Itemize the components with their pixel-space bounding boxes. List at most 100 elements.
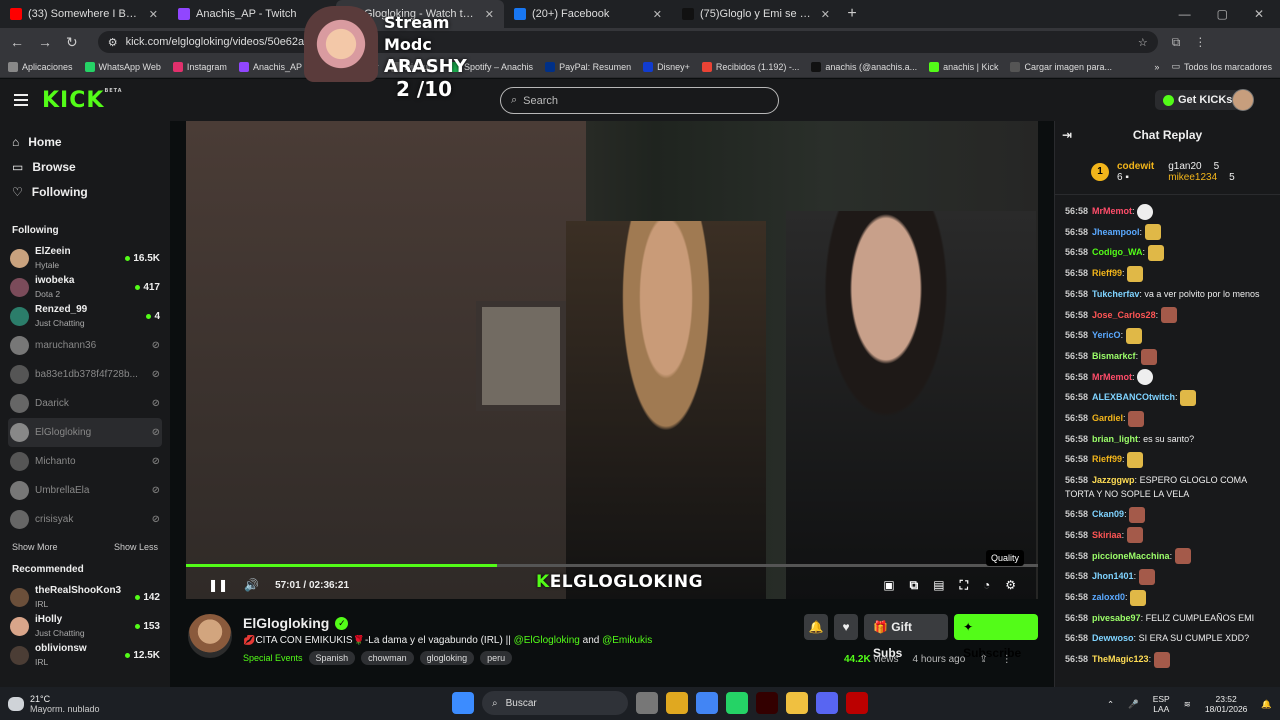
chat-username[interactable]: zaloxd0 xyxy=(1092,592,1125,602)
chat-username[interactable]: Tukcherfav xyxy=(1092,289,1139,299)
chat-username[interactable]: MrMemot xyxy=(1092,206,1132,216)
browser-tab[interactable]: (20+) Facebook ✕ xyxy=(504,0,672,28)
bookmark-item[interactable]: WhatsApp Web xyxy=(84,61,161,72)
gift-subs-button[interactable]: 🎁 Gift Subs xyxy=(864,614,949,660)
bookmark-item[interactable]: Aplicaciones xyxy=(8,61,73,72)
bookmark-item[interactable]: Cr xyxy=(355,61,379,72)
chat-username[interactable]: Bismarkcf xyxy=(1092,351,1136,361)
get-kicks-button[interactable]: Get KICKs xyxy=(1155,90,1241,110)
illustrator-icon[interactable] xyxy=(756,692,778,714)
chat-username[interactable]: Jheampool xyxy=(1092,227,1140,237)
nav-following[interactable]: ♡ Following xyxy=(12,185,158,199)
followed-channel[interactable]: Michanto ⊘ xyxy=(8,447,162,476)
chat-username[interactable]: Dewwoso xyxy=(1092,633,1134,643)
recommended-channel[interactable]: oblivionsw IRL 12.5K xyxy=(8,641,162,670)
address-bar[interactable]: ⚙ kick.com/elglogloking/videos/50e62a7d-… xyxy=(97,31,1158,53)
show-less-button[interactable]: Show Less xyxy=(114,542,158,552)
bookmark-item[interactable]: Cargar imagen para... xyxy=(1010,61,1112,72)
forward-icon[interactable]: → xyxy=(38,34,52,50)
follow-heart-icon[interactable]: ♥ xyxy=(834,614,858,640)
bookmark-item[interactable]: Anachis_AP xyxy=(238,61,302,72)
back-icon[interactable]: ← xyxy=(10,34,24,50)
close-window-icon[interactable]: ✕ xyxy=(1254,7,1264,21)
mic-icon[interactable]: 🎤 xyxy=(1128,699,1139,709)
maximize-icon[interactable]: ▢ xyxy=(1217,7,1228,21)
theater-mode-icon[interactable]: ▤ xyxy=(933,578,944,593)
stream-tag[interactable]: peru xyxy=(480,651,513,665)
subscribe-button[interactable]: ✦ Subscribe xyxy=(954,614,1038,660)
video-player[interactable] xyxy=(186,121,1038,599)
new-tab-button[interactable]: + xyxy=(840,5,864,23)
chat-username[interactable]: pivesabe97 xyxy=(1092,613,1141,623)
followed-channel[interactable]: ba83e1db378f4f728b... ⊘ xyxy=(8,360,162,389)
app-icon[interactable] xyxy=(846,692,868,714)
browser-tab[interactable]: Anachis_AP - Twitch ✕ xyxy=(168,0,336,28)
chat-username[interactable]: YericO xyxy=(1092,330,1121,340)
stream-tag[interactable]: chowman xyxy=(361,651,414,665)
close-tab-icon[interactable]: ✕ xyxy=(821,8,830,21)
leader-name[interactable]: mikee1234 xyxy=(1168,172,1217,183)
explorer-icon[interactable] xyxy=(666,692,688,714)
nav-home[interactable]: ⌂ Home xyxy=(12,135,158,149)
site-info-icon[interactable]: ⚙ xyxy=(108,36,118,49)
leader-name[interactable]: g1an20 xyxy=(1168,161,1201,172)
followed-channel[interactable]: ElGlogloking ⊘ xyxy=(8,418,162,447)
bookmark-item[interactable]: Disfrut... xyxy=(390,61,438,72)
recommended-channel[interactable]: theRealShooKon3 IRL 142 xyxy=(8,583,162,612)
notifications-icon[interactable]: 🔔 xyxy=(1261,699,1272,709)
mention-link[interactable]: @ElGlogloking xyxy=(514,635,580,646)
minimize-icon[interactable]: — xyxy=(1179,7,1191,21)
chat-username[interactable]: ALEXBANCOtwitch xyxy=(1092,392,1175,402)
chat-username[interactable]: Jazzggwp xyxy=(1092,475,1135,485)
recommended-channel[interactable]: iHolly Just Chatting 153 xyxy=(8,612,162,641)
language-indicator[interactable]: ESP LAA xyxy=(1153,694,1170,714)
folder-icon[interactable] xyxy=(786,692,808,714)
chevron-up-icon[interactable]: ⌃ xyxy=(1107,699,1114,709)
chat-username[interactable]: Ckan09 xyxy=(1092,509,1124,519)
kick-logo[interactable]: KICKBETA xyxy=(42,88,123,113)
hamburger-menu-icon[interactable] xyxy=(14,94,28,106)
followed-channel[interactable]: UmbrellaEla ⊘ xyxy=(8,476,162,505)
close-tab-icon[interactable]: ✕ xyxy=(149,8,158,21)
search-input[interactable]: ⌕ Search xyxy=(500,87,779,114)
weather-widget[interactable]: 21°C Mayorm. nublado xyxy=(8,694,100,714)
chat-username[interactable]: Skiriaa xyxy=(1092,530,1122,540)
quality-gear-icon[interactable]: ⚙ xyxy=(1005,578,1016,593)
followed-channel[interactable]: Daarick ⊘ xyxy=(8,389,162,418)
channel-name[interactable]: ElGlogloking ✓ xyxy=(243,615,349,631)
chat-username[interactable]: piccioneMacchina xyxy=(1092,551,1170,561)
bookmarks-overflow-icon[interactable]: » xyxy=(1154,62,1159,72)
stream-tag[interactable]: glogloking xyxy=(419,651,475,665)
whatsapp-icon[interactable] xyxy=(726,692,748,714)
task-view-icon[interactable] xyxy=(636,692,658,714)
all-bookmarks-folder[interactable]: ▭ Todos los marcadores xyxy=(1171,61,1272,72)
mention-link[interactable]: @Emikukis xyxy=(602,635,652,646)
share-icon[interactable]: ⇪ xyxy=(979,654,987,665)
bookmark-item[interactable]: Disney+ xyxy=(643,61,690,72)
collapse-chat-icon[interactable]: ⇥ xyxy=(1062,128,1072,142)
followed-channel[interactable]: maruchann36 ⊘ xyxy=(8,331,162,360)
chat-username[interactable]: Rieff99 xyxy=(1092,454,1122,464)
bookmark-item[interactable]: Recibidos (1.192) -... xyxy=(701,61,799,72)
followed-channel[interactable]: Renzed_99 Just Chatting 4 xyxy=(8,302,162,331)
chrome-icon[interactable] xyxy=(696,692,718,714)
start-icon[interactable] xyxy=(452,692,474,714)
close-tab-icon[interactable]: ✕ xyxy=(653,8,662,21)
chat-username[interactable]: Jose_Carlos28 xyxy=(1092,310,1156,320)
chat-username[interactable]: MrMemot xyxy=(1092,372,1132,382)
chat-username[interactable]: Jhon1401 xyxy=(1092,571,1134,581)
chat-username[interactable]: TheMagic123 xyxy=(1092,654,1149,664)
category-link[interactable]: Special Events xyxy=(243,653,303,663)
discord-icon[interactable] xyxy=(816,692,838,714)
more-options-icon[interactable]: ⋮ xyxy=(1002,654,1012,665)
clip-icon[interactable]: ⧉ xyxy=(910,578,919,593)
volume-icon[interactable]: 🔊 xyxy=(244,578,259,592)
browser-tab[interactable]: (75)Gloglo y Emi se muestran p ✕ xyxy=(672,0,840,28)
pause-icon[interactable]: ❚❚ xyxy=(208,578,228,592)
close-tab-icon[interactable]: ✕ xyxy=(485,8,494,21)
menu-icon[interactable]: ⋮ xyxy=(1194,35,1206,49)
bookmark-item[interactable]: Spotify – Anachis xyxy=(450,61,533,72)
chat-username[interactable]: brian_light xyxy=(1092,434,1138,444)
show-more-button[interactable]: Show More xyxy=(12,542,58,552)
browser-tab[interactable]: Glogloking - Watch the V ✕ xyxy=(336,0,504,28)
